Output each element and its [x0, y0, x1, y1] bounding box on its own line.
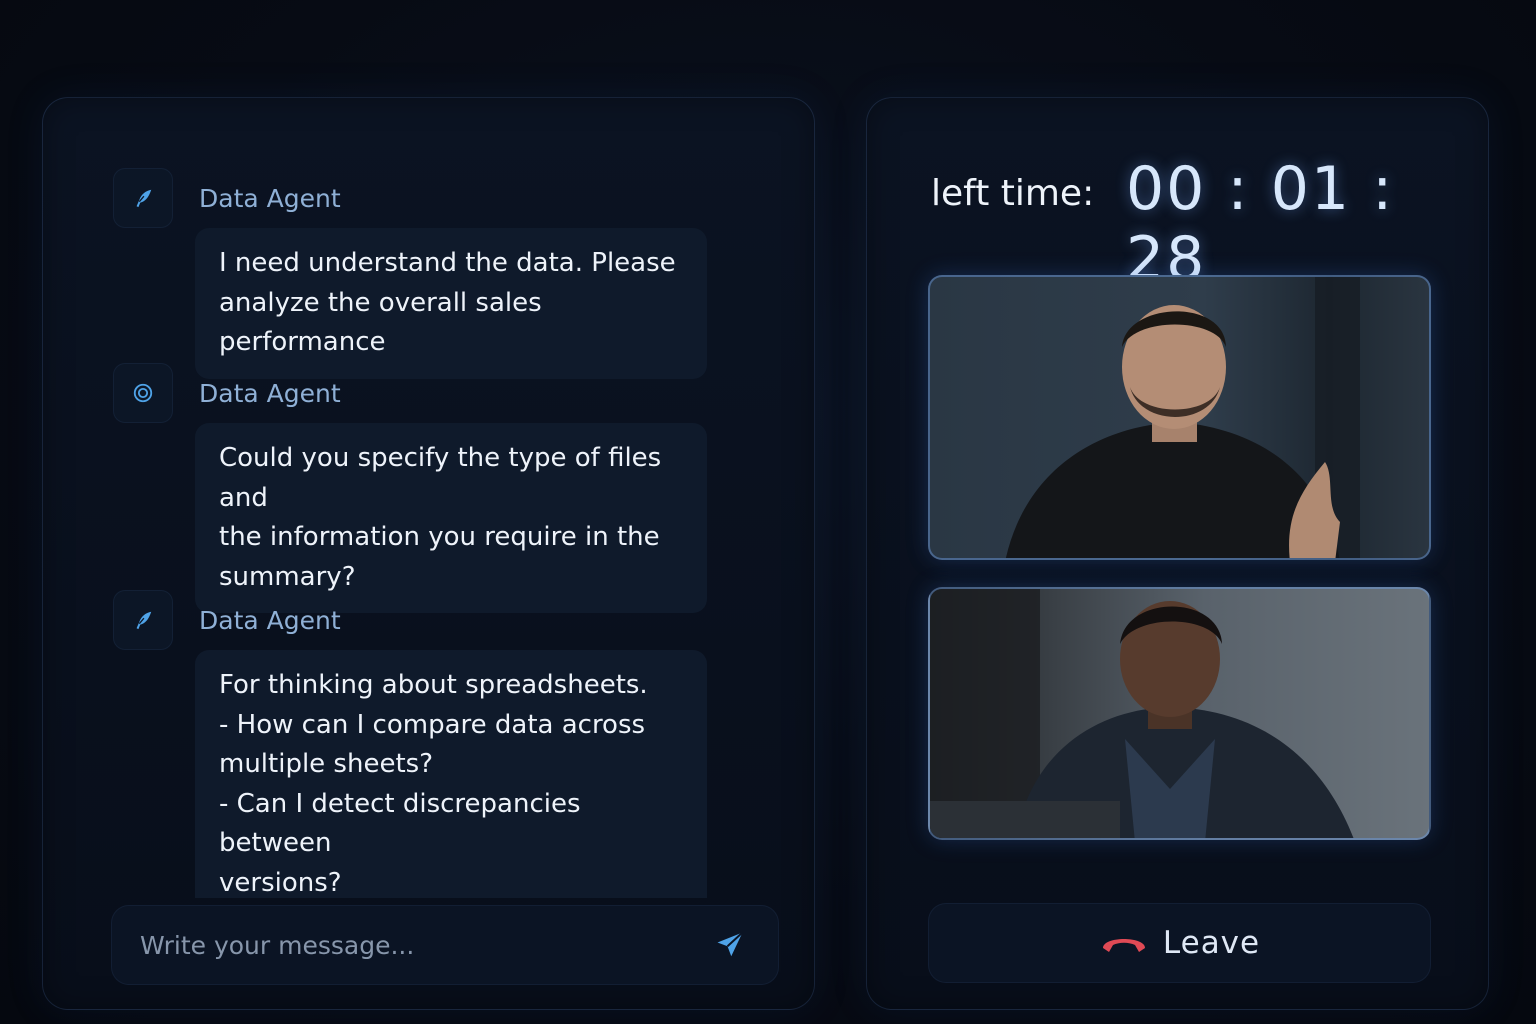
countdown-timer: left time: 00 : 01 : 28 [931, 154, 1431, 294]
target-icon [113, 363, 173, 423]
participant-silhouette [930, 589, 1354, 838]
quill-icon [113, 590, 173, 650]
message-bubble: For thinking about spreadsheets. - How c… [195, 650, 707, 898]
participant-silhouette [1006, 277, 1360, 558]
message-bubble: I need understand the data. Please analy… [195, 228, 707, 379]
chat-message: Data Agent I need understand the data. P… [113, 168, 713, 379]
chat-message: Data Agent For thinking about spreadshee… [113, 590, 713, 898]
participant-video-1[interactable] [928, 275, 1431, 560]
leave-button[interactable]: Leave [928, 903, 1431, 983]
hang-up-icon [1102, 939, 1145, 952]
message-list[interactable]: Data Agent I need understand the data. P… [43, 98, 814, 898]
sender-name: Data Agent [199, 605, 341, 635]
sender-name: Data Agent [199, 378, 341, 408]
quill-icon [113, 168, 173, 228]
call-panel: left time: 00 : 01 : 28 Leave [866, 97, 1489, 1010]
message-composer [111, 905, 779, 985]
message-input[interactable] [140, 930, 710, 960]
chat-message: Data Agent Could you specify the type of… [113, 363, 713, 613]
sender-name: Data Agent [199, 183, 341, 213]
send-icon [717, 931, 744, 957]
message-bubble: Could you specify the type of files and … [195, 423, 707, 613]
chat-panel: Data Agent I need understand the data. P… [42, 97, 815, 1010]
timer-value: 00 : 01 : 28 [1126, 154, 1395, 294]
send-button[interactable] [710, 925, 750, 965]
timer-label: left time: [931, 172, 1095, 214]
leave-label: Leave [1162, 925, 1261, 961]
participant-video-2[interactable] [928, 587, 1431, 840]
